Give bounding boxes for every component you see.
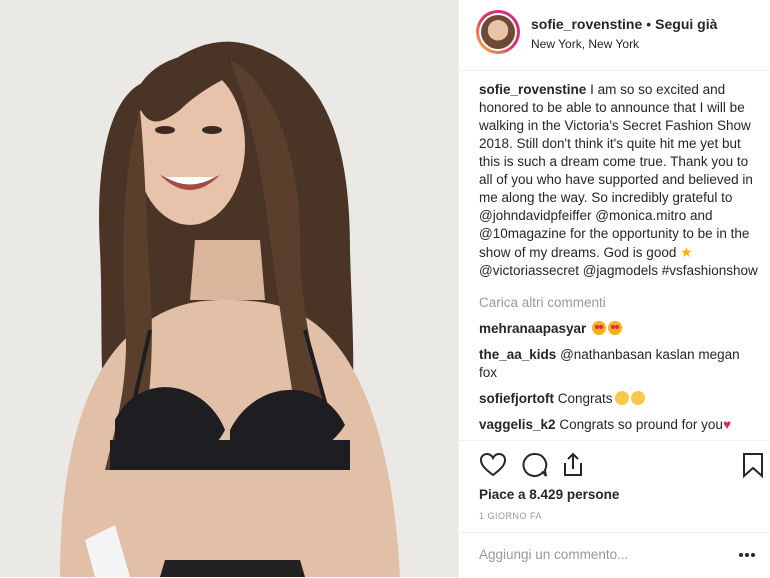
comment-username[interactable]: sofiefjortoft (479, 391, 554, 406)
photo-illustration (0, 0, 458, 577)
avatar-image (481, 15, 515, 49)
heart-eyes-emoji-icon (608, 321, 623, 335)
comment-username[interactable]: mehranaapasyar (479, 321, 586, 336)
star-emoji-icon: ★ (680, 244, 693, 260)
scream-emoji-icon (614, 391, 629, 405)
comment-icon[interactable] (521, 451, 549, 479)
caption-text: I am so so excited and honored to be abl… (479, 82, 753, 260)
post-details-panel: sofie_rovenstine • Segui già New York, New… (458, 0, 770, 577)
comment-text: Congrats so pround for you (559, 417, 723, 432)
post-header: sofie_rovenstine • Segui già New York, New… (459, 0, 770, 71)
bookmark-icon[interactable] (739, 451, 767, 479)
avatar[interactable] (476, 10, 520, 54)
share-icon[interactable] (559, 451, 587, 479)
comment-username[interactable]: the_aa_kids (479, 347, 556, 362)
header-username-line: sofie_rovenstine • Segui già (531, 16, 717, 32)
add-comment-bar: Aggiungi un commento... (459, 532, 770, 578)
header-username[interactable]: sofie_rovenstine (531, 16, 642, 32)
load-more-comments-button[interactable]: Carica altri commenti (479, 294, 759, 312)
comments-list[interactable]: sofie_rovenstine I am so so excited and … (479, 81, 759, 438)
scream-emoji-icon (630, 391, 645, 405)
caption-tags[interactable]: @victoriassecret @jagmodels #vsfashionsh… (479, 263, 758, 278)
heart-icon[interactable] (479, 451, 507, 479)
avatar-ring (479, 13, 517, 51)
more-options-icon[interactable] (737, 545, 757, 565)
likes-count[interactable]: Piace a 8.429 persone (479, 487, 619, 502)
post-photo[interactable] (0, 0, 458, 577)
separator-dot: • (646, 16, 652, 32)
caption: sofie_rovenstine I am so so excited and … (479, 81, 759, 280)
list-item: the_aa_kids @nathanbasan kaslan megan fo… (479, 346, 759, 382)
location-link[interactable]: New York, New York (531, 37, 639, 51)
list-item: vaggelis_k2 Congrats so pround for you♥ (479, 416, 759, 434)
red-heart-emoji-icon: ♥ (722, 417, 731, 432)
caption-username[interactable]: sofie_rovenstine (479, 82, 586, 97)
comment-text: Congrats (557, 391, 613, 406)
instagram-post: sofie_rovenstine • Segui già New York, New… (0, 0, 770, 577)
post-timestamp[interactable]: 1 GIORNO FA (479, 511, 542, 521)
list-item: mehranaapasyar (479, 320, 759, 338)
list-item: sofiefjortoft Congrats (479, 390, 759, 408)
comment-username[interactable]: vaggelis_k2 (479, 417, 556, 432)
comment-input[interactable]: Aggiungi un commento... (479, 547, 628, 562)
follow-button[interactable]: Segui già (655, 16, 717, 32)
heart-eyes-emoji-icon (592, 321, 607, 335)
